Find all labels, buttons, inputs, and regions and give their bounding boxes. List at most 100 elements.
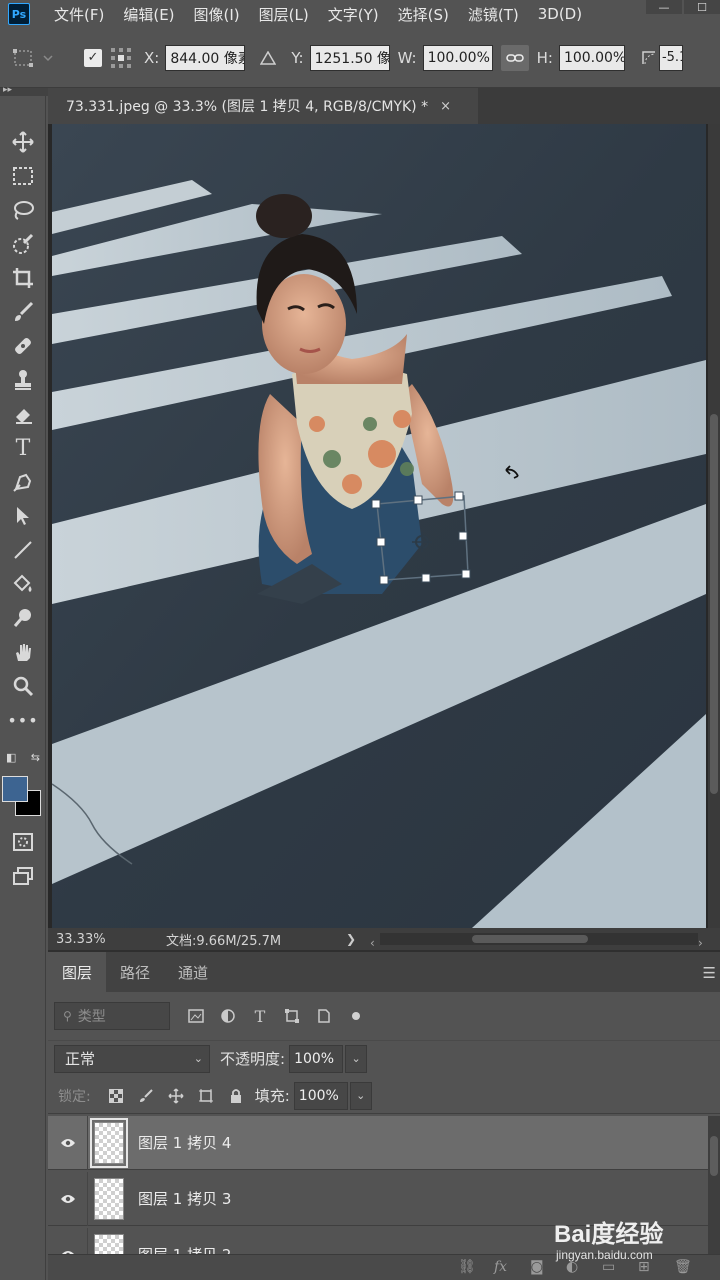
layer-thumbnail[interactable] — [94, 1177, 124, 1220]
reference-point-icon[interactable] — [106, 45, 136, 71]
opacity-field[interactable]: 100% — [289, 1044, 344, 1073]
filter-toggle-icon[interactable] — [340, 1002, 372, 1030]
path-selection-icon[interactable] — [4, 500, 42, 532]
layer-thumbnail[interactable] — [94, 1233, 124, 1254]
horizontal-scroll-thumb[interactable] — [472, 935, 588, 943]
menu-filter[interactable]: 滤镜(T) — [468, 4, 519, 25]
h-label: H: — [536, 48, 553, 67]
options-bar: ✓ X: 844.00 像素 Y: 1251.50 像素 W: 100.00% … — [0, 28, 720, 88]
height-field[interactable]: 100.00% — [558, 44, 625, 71]
move-tool-icon[interactable] — [4, 126, 42, 158]
default-colors-icon[interactable]: ◧ — [6, 751, 16, 764]
pen-tool-icon[interactable] — [4, 466, 42, 498]
hand-tool-icon[interactable] — [4, 636, 42, 668]
quick-mask-icon[interactable] — [4, 826, 42, 858]
adjustment-filter-icon[interactable] — [212, 1002, 244, 1030]
maximize-button[interactable]: ☐ — [684, 0, 720, 14]
watermark-logo: Bai度经验 — [554, 1221, 664, 1248]
lock-paint-brush-icon[interactable] — [131, 1082, 161, 1110]
more-tools-icon[interactable]: ••• — [4, 704, 42, 736]
canvas-photo[interactable] — [52, 124, 706, 928]
layer-name[interactable]: 图层 1 拷贝 2 — [138, 1244, 231, 1254]
menu-type[interactable]: 文字(Y) — [328, 4, 379, 25]
visibility-eye-icon[interactable] — [48, 1116, 88, 1170]
lock-transparent-icon[interactable] — [101, 1082, 131, 1110]
color-reset-icon[interactable]: ◧ ⇆ — [4, 748, 42, 766]
link-layers-icon[interactable]: ⛓ — [458, 1259, 476, 1275]
layer-row[interactable]: 图层 1 拷贝 4 — [48, 1116, 708, 1170]
dodge-tool-icon[interactable] — [4, 602, 42, 634]
visibility-eye-icon[interactable] — [48, 1171, 88, 1226]
panel-menu-icon[interactable]: ☰ — [703, 964, 716, 982]
photoshop-logo: Ps — [8, 3, 30, 25]
healing-brush-icon[interactable] — [4, 330, 42, 362]
delta-icon[interactable] — [253, 45, 283, 71]
foreground-color-swatch[interactable] — [2, 776, 28, 802]
menu-image[interactable]: 图像(I) — [194, 4, 240, 25]
vertical-scroll-thumb[interactable] — [710, 414, 718, 794]
type-filter-icon[interactable]: T — [244, 1002, 276, 1030]
zoom-tool-icon[interactable] — [4, 670, 42, 702]
lock-all-icon[interactable] — [221, 1082, 251, 1110]
lasso-tool-icon[interactable] — [4, 194, 42, 226]
fill-field[interactable]: 100% — [293, 1081, 348, 1110]
close-tab-button[interactable]: × — [440, 99, 451, 114]
width-field[interactable]: 100.00% — [422, 44, 493, 71]
layer-name[interactable]: 图层 1 拷贝 4 — [138, 1132, 231, 1153]
layer-thumbnail[interactable] — [90, 1117, 128, 1168]
opacity-slider-button[interactable]: ⌄ — [345, 1044, 368, 1073]
tools-panel: T ••• ◧ ⇆ — [0, 96, 46, 1280]
smart-object-filter-icon[interactable] — [308, 1002, 340, 1030]
paint-bucket-icon[interactable] — [4, 568, 42, 600]
menu-layer[interactable]: 图层(L) — [259, 4, 309, 25]
menu-select[interactable]: 选择(S) — [398, 4, 449, 25]
lock-position-icon[interactable] — [161, 1082, 191, 1110]
chevron-down-icon[interactable] — [38, 45, 58, 71]
marquee-tool-icon[interactable] — [4, 160, 42, 192]
layer-filter-select[interactable]: ⚲ 类型 — [54, 1002, 170, 1030]
crop-tool-icon[interactable] — [4, 262, 42, 294]
line-tool-icon[interactable] — [4, 534, 42, 566]
blend-mode-select[interactable]: 正常 ⌄ — [54, 1044, 210, 1073]
canvas-horizontal-scrollbar[interactable]: ‹ › — [370, 933, 703, 950]
eraser-tool-icon[interactable] — [4, 398, 42, 430]
add-mask-icon[interactable]: ◙ — [530, 1259, 544, 1275]
scroll-right-icon[interactable]: › — [698, 936, 703, 950]
fill-slider-button[interactable]: ⌄ — [349, 1081, 372, 1110]
opacity-label: 不透明度: — [220, 1050, 286, 1068]
tab-layers[interactable]: 图层 — [48, 952, 107, 992]
clone-stamp-icon[interactable] — [4, 364, 42, 396]
screen-mode-icon[interactable] — [4, 860, 42, 892]
quick-selection-tool-icon[interactable] — [4, 228, 42, 260]
layers-scroll-thumb[interactable] — [710, 1136, 718, 1176]
link-icon[interactable] — [500, 44, 529, 71]
tab-paths[interactable]: 路径 — [106, 952, 164, 992]
transform-tool-icon[interactable] — [8, 45, 38, 71]
scroll-left-icon[interactable]: ‹ — [370, 936, 375, 950]
swap-colors-icon[interactable]: ⇆ — [31, 751, 40, 764]
x-position-field[interactable]: 844.00 像素 — [165, 44, 246, 71]
shape-filter-icon[interactable] — [276, 1002, 308, 1030]
status-bar: 33.33% 文档:9.66M/25.7M ❯ ‹ › — [48, 928, 720, 950]
menu-edit[interactable]: 编辑(E) — [123, 4, 174, 25]
canvas-area[interactable] — [48, 124, 708, 928]
tab-channels[interactable]: 通道 — [164, 952, 222, 992]
fx-icon[interactable]: fx — [494, 1259, 507, 1275]
lock-artboard-icon[interactable] — [191, 1082, 221, 1110]
y-position-field[interactable]: 1251.50 像素 — [309, 44, 390, 71]
reference-point-checkbox[interactable]: ✓ — [84, 48, 102, 67]
menu-3d[interactable]: 3D(D) — [538, 5, 582, 23]
image-filter-icon[interactable] — [180, 1002, 212, 1030]
status-menu-arrow-icon[interactable]: ❯ — [346, 932, 356, 946]
zoom-level[interactable]: 33.33% — [56, 932, 166, 947]
visibility-eye-icon[interactable] — [48, 1227, 88, 1254]
rotate-angle-field[interactable]: -5.1 — [658, 44, 683, 71]
minimize-button[interactable]: — — [646, 0, 682, 14]
document-tab[interactable]: 73.331.jpeg @ 33.3% (图层 1 拷贝 4, RGB/8/CM… — [48, 88, 478, 124]
menu-file[interactable]: 文件(F) — [54, 4, 104, 25]
layer-name[interactable]: 图层 1 拷贝 3 — [138, 1188, 231, 1209]
canvas-vertical-scrollbar[interactable] — [708, 124, 720, 928]
x-label: X: — [144, 48, 160, 67]
brush-tool-icon[interactable] — [4, 296, 42, 328]
type-tool-icon[interactable]: T — [4, 432, 42, 464]
